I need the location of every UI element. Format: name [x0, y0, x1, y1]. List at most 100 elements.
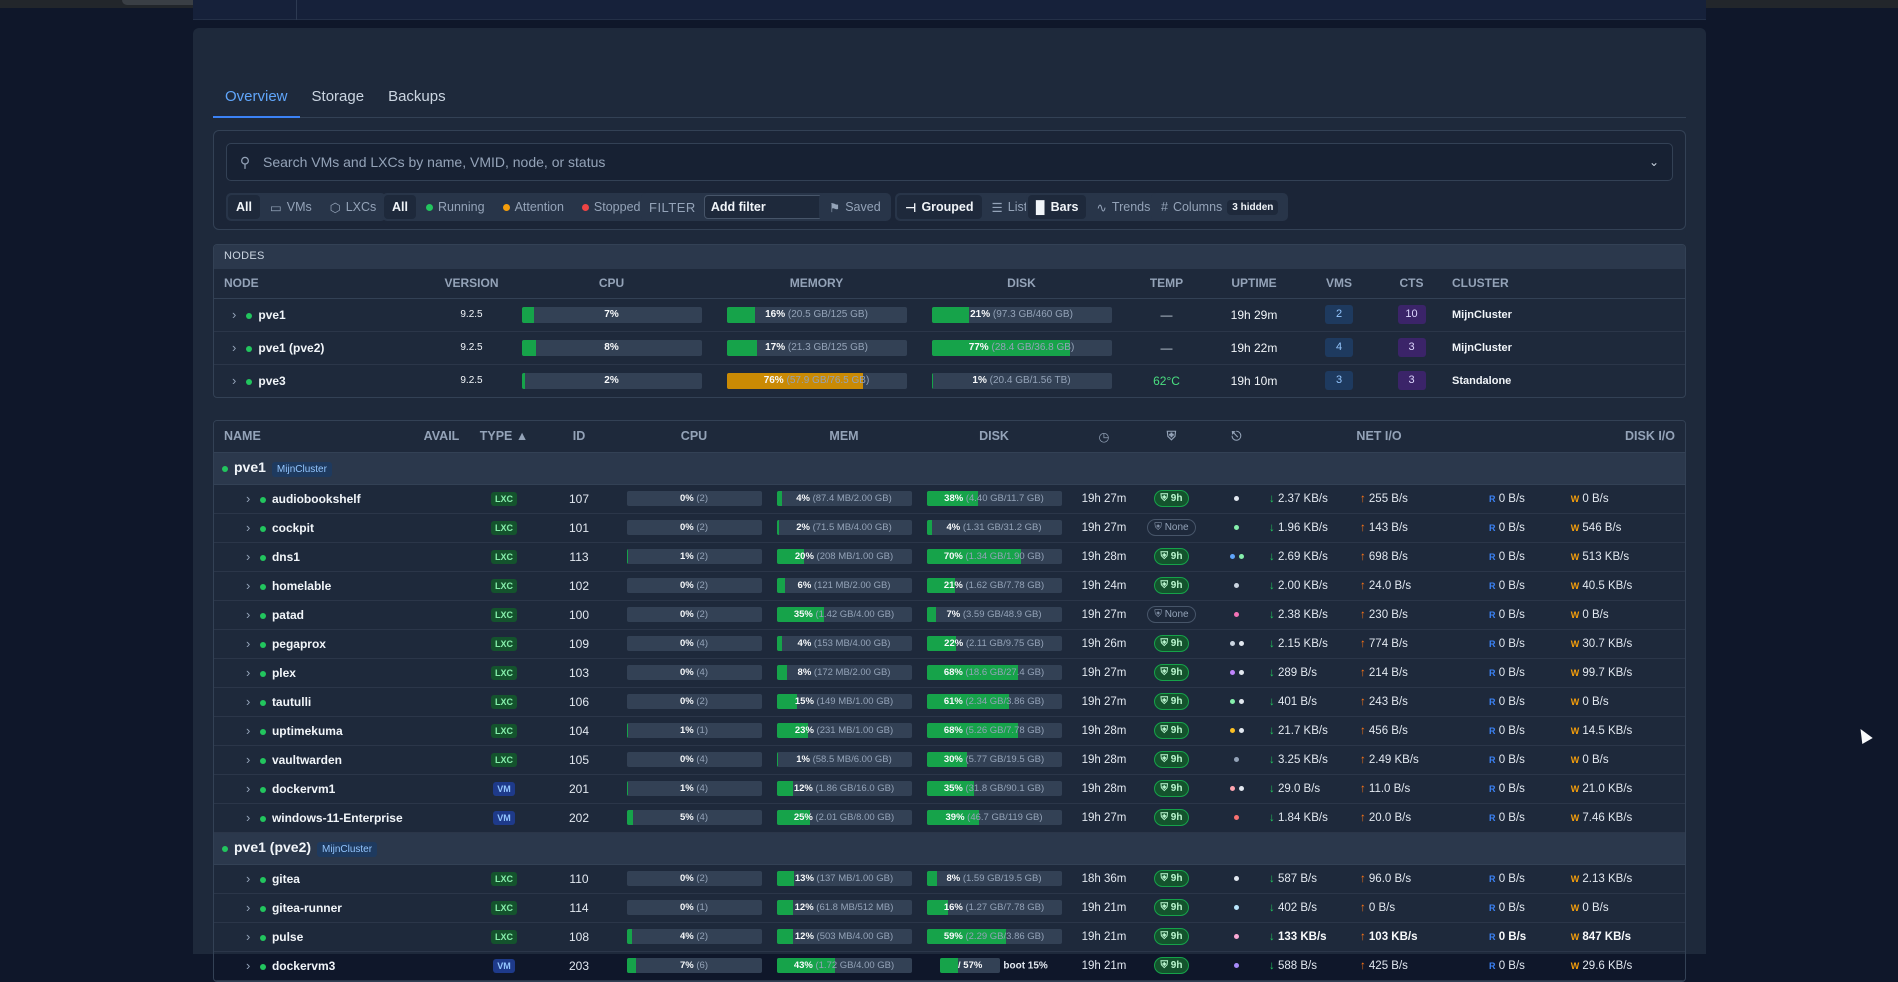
status-attention-button[interactable]: Attention	[495, 195, 572, 219]
ct-count-badge[interactable]: 10	[1397, 305, 1426, 324]
status-running-button[interactable]: Running	[418, 195, 493, 219]
tag-dot-icon[interactable]	[1229, 640, 1235, 646]
id-col-header[interactable]: ID	[539, 421, 619, 453]
tab-backups[interactable]: Backups	[376, 58, 458, 118]
guest-row[interactable]: › gitea-runner LXC 114 0% (1) 12% (61.8 …	[214, 893, 1685, 923]
guest-name[interactable]: plex	[272, 666, 296, 680]
bars-button[interactable]: ▉ Bars	[1028, 195, 1087, 219]
guest-row[interactable]: › patad LXC 100 0% (2) 35% (1.42 GB/4.00…	[214, 600, 1685, 630]
guest-row[interactable]: › uptimekuma LXC 104 1% (1) 23% (231 MB/…	[214, 716, 1685, 746]
vm-count-badge[interactable]: 4	[1325, 338, 1353, 357]
tag-dot-icon[interactable]	[1238, 727, 1244, 733]
tag-dot-icon[interactable]	[1238, 553, 1244, 559]
type-all-button[interactable]: All	[228, 195, 260, 219]
backup-badge[interactable]: ⛨ None	[1147, 606, 1196, 623]
chevron-right-icon[interactable]: ›	[246, 491, 250, 506]
chevron-right-icon[interactable]: ›	[246, 900, 250, 915]
backup-badge[interactable]: ⛨ 9h	[1153, 548, 1190, 565]
tab-storage[interactable]: Storage	[300, 58, 377, 118]
vms-col-header[interactable]: VMS	[1299, 269, 1379, 299]
chevron-right-icon[interactable]: ›	[246, 752, 250, 767]
chevron-right-icon[interactable]: ›	[246, 578, 250, 593]
tag-dot-icon[interactable]	[1234, 962, 1239, 968]
columns-button[interactable]: # Columns 3 hidden	[1153, 195, 1286, 219]
guest-row[interactable]: › dockervm3 VM 203 7% (6) 43% (1.72 GB/4…	[214, 951, 1685, 981]
guest-row[interactable]: › audiobookshelf LXC 107 0% (2) 4% (87.4…	[214, 484, 1685, 514]
type-vms-button[interactable]: ▭ VMs	[262, 195, 320, 219]
backup-badge[interactable]: ⛨ 9h	[1153, 957, 1190, 974]
status-all-button[interactable]: All	[384, 195, 416, 219]
saved-button[interactable]: ⚑ Saved	[821, 195, 889, 219]
guest-name[interactable]: patad	[272, 608, 304, 622]
chevron-right-icon[interactable]: ›	[246, 636, 250, 651]
tag-dot-icon[interactable]	[1238, 698, 1244, 704]
guest-row[interactable]: › windows-11-Enterprise VM 202 5% (4) 25…	[214, 803, 1685, 833]
tab-overview[interactable]: Overview	[213, 58, 300, 118]
guest-name[interactable]: tautulli	[272, 695, 311, 709]
guest-name[interactable]: uptimekuma	[272, 724, 343, 738]
net-io-col-header[interactable]: NET I/O	[1269, 421, 1489, 453]
backup-badge[interactable]: ⛨ 9h	[1153, 577, 1190, 594]
guest-name[interactable]: windows-11-Enterprise	[272, 811, 403, 825]
chevron-right-icon[interactable]: ›	[246, 781, 250, 796]
guest-name[interactable]: dockervm3	[272, 959, 335, 973]
backup-badge[interactable]: ⛨ 9h	[1153, 635, 1190, 652]
tag-dot-icon[interactable]	[1234, 524, 1239, 530]
grouped-button[interactable]: ⊣ Grouped	[897, 195, 982, 219]
tag-dot-icon[interactable]	[1238, 669, 1244, 675]
tag-dot-icon[interactable]	[1238, 640, 1244, 646]
trends-button[interactable]: ∿ Trends	[1088, 195, 1158, 219]
chevron-right-icon[interactable]: ›	[246, 520, 250, 535]
chevron-right-icon[interactable]: ›	[246, 871, 250, 886]
chevron-right-icon[interactable]: ›	[246, 665, 250, 680]
chevron-right-icon[interactable]: ›	[246, 958, 250, 973]
chevron-right-icon[interactable]: ›	[246, 607, 250, 622]
node-row[interactable]: › pve3 9.2.5 2% 76% (57.9 GB/76.5 GB) 1%…	[214, 364, 1685, 397]
memory-col-header[interactable]: MEMORY	[714, 269, 919, 299]
cts-col-header[interactable]: CTS	[1379, 269, 1444, 299]
guest-row[interactable]: › dns1 LXC 113 1% (2) 20% (208 MB/1.00 G…	[214, 542, 1685, 572]
chevron-right-icon[interactable]: ›	[246, 723, 250, 738]
guest-row[interactable]: › pegaprox LXC 109 0% (4) 4% (153 MB/4.0…	[214, 629, 1685, 659]
disk-col-header[interactable]: DISK	[919, 269, 1124, 299]
tag-dot-icon[interactable]	[1234, 875, 1239, 881]
backup-badge[interactable]: ⛨ 9h	[1153, 664, 1190, 681]
guest-row[interactable]: › pulse LXC 108 4% (2) 12% (503 MB/4.00 …	[214, 922, 1685, 952]
disk-col-header[interactable]: DISK	[919, 421, 1069, 453]
tag-dot-icon[interactable]	[1229, 727, 1235, 733]
chevron-right-icon[interactable]: ›	[232, 307, 236, 322]
guest-name[interactable]: audiobookshelf	[272, 492, 361, 506]
tag-dot-icon[interactable]	[1234, 904, 1239, 910]
backup-badge[interactable]: ⛨ 9h	[1153, 780, 1190, 797]
version-col-header[interactable]: VERSION	[434, 269, 509, 299]
guest-row[interactable]: › vaultwarden LXC 105 0% (4) 1% (58.5 MB…	[214, 745, 1685, 775]
disk-io-col-header[interactable]: DISK I/O	[1489, 421, 1685, 453]
vm-count-badge[interactable]: 2	[1325, 305, 1353, 324]
type-col-header[interactable]: TYPE ▲	[469, 421, 539, 453]
guest-row[interactable]: › gitea LXC 110 0% (2) 13% (137 MB/1.00 …	[214, 864, 1685, 894]
chevron-right-icon[interactable]: ›	[246, 929, 250, 944]
ct-count-badge[interactable]: 3	[1397, 371, 1426, 391]
backup-badge[interactable]: ⛨ 9h	[1153, 928, 1190, 945]
backup-badge[interactable]: ⛨ 9h	[1153, 870, 1190, 887]
guest-name[interactable]: gitea-runner	[272, 901, 342, 915]
chevron-right-icon[interactable]: ›	[246, 694, 250, 709]
backup-badge[interactable]: ⛨ 9h	[1153, 809, 1190, 826]
backup-badge[interactable]: ⛨ None	[1147, 519, 1196, 536]
chevron-right-icon[interactable]: ›	[246, 549, 250, 564]
uptime-col-header[interactable]: ◷	[1069, 421, 1139, 453]
uptime-col-header[interactable]: UPTIME	[1209, 269, 1299, 299]
guest-name[interactable]: vaultwarden	[272, 753, 342, 767]
avail-col-header[interactable]: AVAIL	[414, 421, 469, 453]
tag-dot-icon[interactable]	[1229, 553, 1235, 559]
guest-name[interactable]: pegaprox	[272, 637, 326, 651]
tag-dot-icon[interactable]	[1229, 669, 1235, 675]
cpu-col-header[interactable]: CPU	[509, 269, 714, 299]
backup-col-header[interactable]: ⛨	[1139, 421, 1204, 453]
guest-name[interactable]: cockpit	[272, 521, 314, 535]
name-col-header[interactable]: NAME	[214, 421, 414, 453]
type-lxcs-button[interactable]: ⬡ LXCs	[322, 195, 385, 219]
chevron-right-icon[interactable]: ›	[232, 373, 236, 388]
chevron-right-icon[interactable]: ›	[246, 810, 250, 825]
ct-count-badge[interactable]: 3	[1397, 338, 1426, 357]
